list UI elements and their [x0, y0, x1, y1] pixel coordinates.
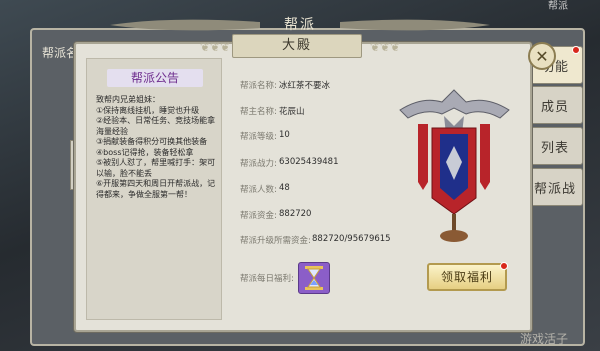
watermark: 游戏活子 [520, 332, 569, 346]
notice-line: ②经验本、日常任务、竞技场能拿 [96, 116, 216, 125]
title-ornament-right-icon: ❦❦❦ [370, 40, 401, 54]
leader-name-label: 帮主名称: [240, 107, 277, 117]
guild-banner-icon [399, 89, 510, 242]
hourglass-icon [305, 266, 323, 290]
guild-power-label: 帮派战力: [240, 159, 277, 169]
notice-body: 致帮内兄弟姐妹： ①保持离线挂机，睡觉也升级 ②经验本、日常任务、竞技场能拿 海… [96, 95, 218, 200]
tab-guild-war[interactable]: 帮派战 [527, 168, 583, 206]
guild-window-title-bar: 帮派 [110, 12, 490, 36]
tab-members[interactable]: 成员 [527, 86, 583, 124]
notice-line: ⑥开服第四天和周日开帮派战，记 [96, 179, 216, 188]
claim-welfare-button[interactable]: 领取福利 [427, 263, 507, 291]
tab-list[interactable]: 列表 [527, 127, 583, 165]
guild-notice: 帮派公告 致帮内兄弟姐妹： ①保持离线挂机，睡觉也升级 ②经验本、日常任务、竞技… [86, 58, 222, 320]
claim-notification-dot [500, 262, 508, 270]
panel-title: 大殿 [232, 34, 362, 58]
notice-line: 海量经验 [96, 126, 128, 136]
notification-dot [572, 46, 580, 54]
back-tab-label: 帮派名 [42, 46, 79, 60]
guild-members-value: 48 [279, 183, 290, 193]
upgrade-funds-value: 882720/95679615 [312, 234, 391, 244]
top-right-label: 帮派 [548, 1, 568, 12]
tab-list-label: 列表 [540, 140, 569, 156]
notice-line: ⑤被别人怼了，帮里喊打手：架可 [96, 158, 216, 167]
guild-funds-label: 帮派资金: [240, 211, 277, 221]
guild-name-value: 冰红茶不要冰 [279, 81, 331, 91]
notice-line: ①保持离线挂机，睡觉也升级 [96, 105, 200, 115]
guild-funds-value: 882720 [279, 209, 312, 219]
title-ornament-left-icon: ❦❦❦ [200, 40, 231, 54]
tab-guild-war-label: 帮派战 [533, 181, 576, 197]
notice-line: 以输，脸不能丢 [96, 168, 152, 178]
guild-members-label: 帮派人数: [240, 185, 277, 195]
title-wing-right-icon [340, 19, 490, 31]
notice-line: 致帮内兄弟姐妹： [96, 95, 160, 104]
notice-line: ③捐献装备得积分可换其他装备 [96, 137, 208, 146]
guild-name-label: 帮派名称: [240, 81, 277, 91]
tab-members-label: 成员 [540, 99, 569, 115]
welfare-item[interactable] [298, 262, 330, 294]
notice-line: 得都来，争做全服第一帮！ [96, 189, 192, 199]
daily-welfare-label: 帮派每日福利: [240, 274, 294, 284]
notice-title: 帮派公告 [130, 71, 179, 85]
close-icon: ✕ [535, 46, 549, 66]
notice-line: ④boss记得抢，装备轻松拿 [96, 147, 194, 157]
guild-window-title: 帮派 [284, 17, 316, 33]
close-button[interactable]: ✕ [528, 42, 556, 70]
upgrade-funds-label: 帮派升级所需资金: [240, 236, 311, 246]
guild-level-value: 10 [279, 130, 290, 140]
guild-level-label: 帮派等级: [240, 132, 277, 142]
guild-power-value: 63025439481 [279, 157, 339, 167]
leader-name-value: 花辰山 [279, 107, 305, 117]
